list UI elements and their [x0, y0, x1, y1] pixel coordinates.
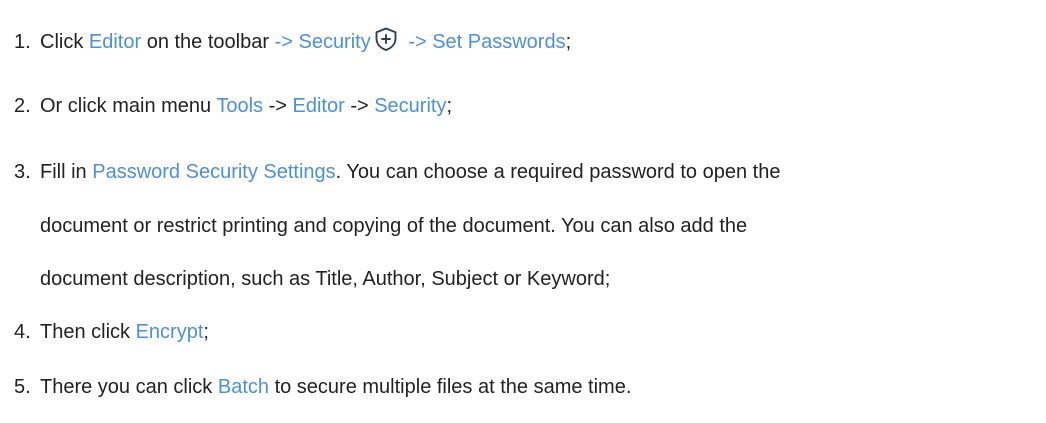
- shield-plus-icon: [373, 26, 399, 52]
- step-text: There you can click: [40, 376, 218, 398]
- step-2: 2. Or click main menu Tools -> Editor -> …: [14, 94, 452, 118]
- step-number: 4.: [14, 321, 31, 343]
- editor-link[interactable]: Editor: [293, 95, 345, 117]
- password-security-settings-link[interactable]: Password Security Settings: [92, 161, 335, 183]
- step-text: Or click main menu: [40, 95, 217, 117]
- step-3-continuation: document or restrict printing and copyin…: [40, 215, 748, 237]
- batch-link[interactable]: Batch: [218, 376, 269, 398]
- step-text: to secure multiple files at the same tim…: [269, 376, 632, 398]
- set-passwords-link[interactable]: -> Set Passwords: [403, 31, 565, 53]
- step-text: ->: [263, 95, 293, 117]
- step-text: . You can choose a required password to …: [335, 161, 781, 183]
- step-number: 1.: [14, 31, 31, 53]
- step-number: 3.: [14, 161, 31, 183]
- step-text: Click: [40, 31, 89, 53]
- step-number: 2.: [14, 95, 31, 117]
- step-text: Then click: [40, 321, 136, 343]
- editor-link[interactable]: Editor: [89, 31, 141, 53]
- step-number: 5.: [14, 376, 31, 398]
- step-4: 4. Then click Encrypt;: [14, 320, 209, 344]
- step-text: ->: [344, 95, 375, 117]
- tools-link[interactable]: Tools: [216, 95, 263, 117]
- security-link[interactable]: Security: [374, 95, 446, 117]
- step-5: 5. There you can click Batch to secure mu…: [14, 375, 631, 399]
- security-link[interactable]: -> Security: [275, 31, 371, 53]
- step-3: 3. Fill in Password Security Settings. Yo…: [14, 160, 780, 184]
- step-1: 1. Click Editor on the toolbar -> Securit…: [14, 26, 571, 54]
- step-text: on the toolbar: [141, 31, 275, 53]
- step-3-continuation: document description, such as Title, Aut…: [40, 268, 611, 290]
- step-text: ;: [565, 31, 572, 53]
- step-text: Fill in: [40, 161, 93, 183]
- encrypt-link[interactable]: Encrypt: [136, 321, 204, 343]
- step-text: ;: [446, 95, 453, 117]
- step-text: ;: [203, 321, 209, 343]
